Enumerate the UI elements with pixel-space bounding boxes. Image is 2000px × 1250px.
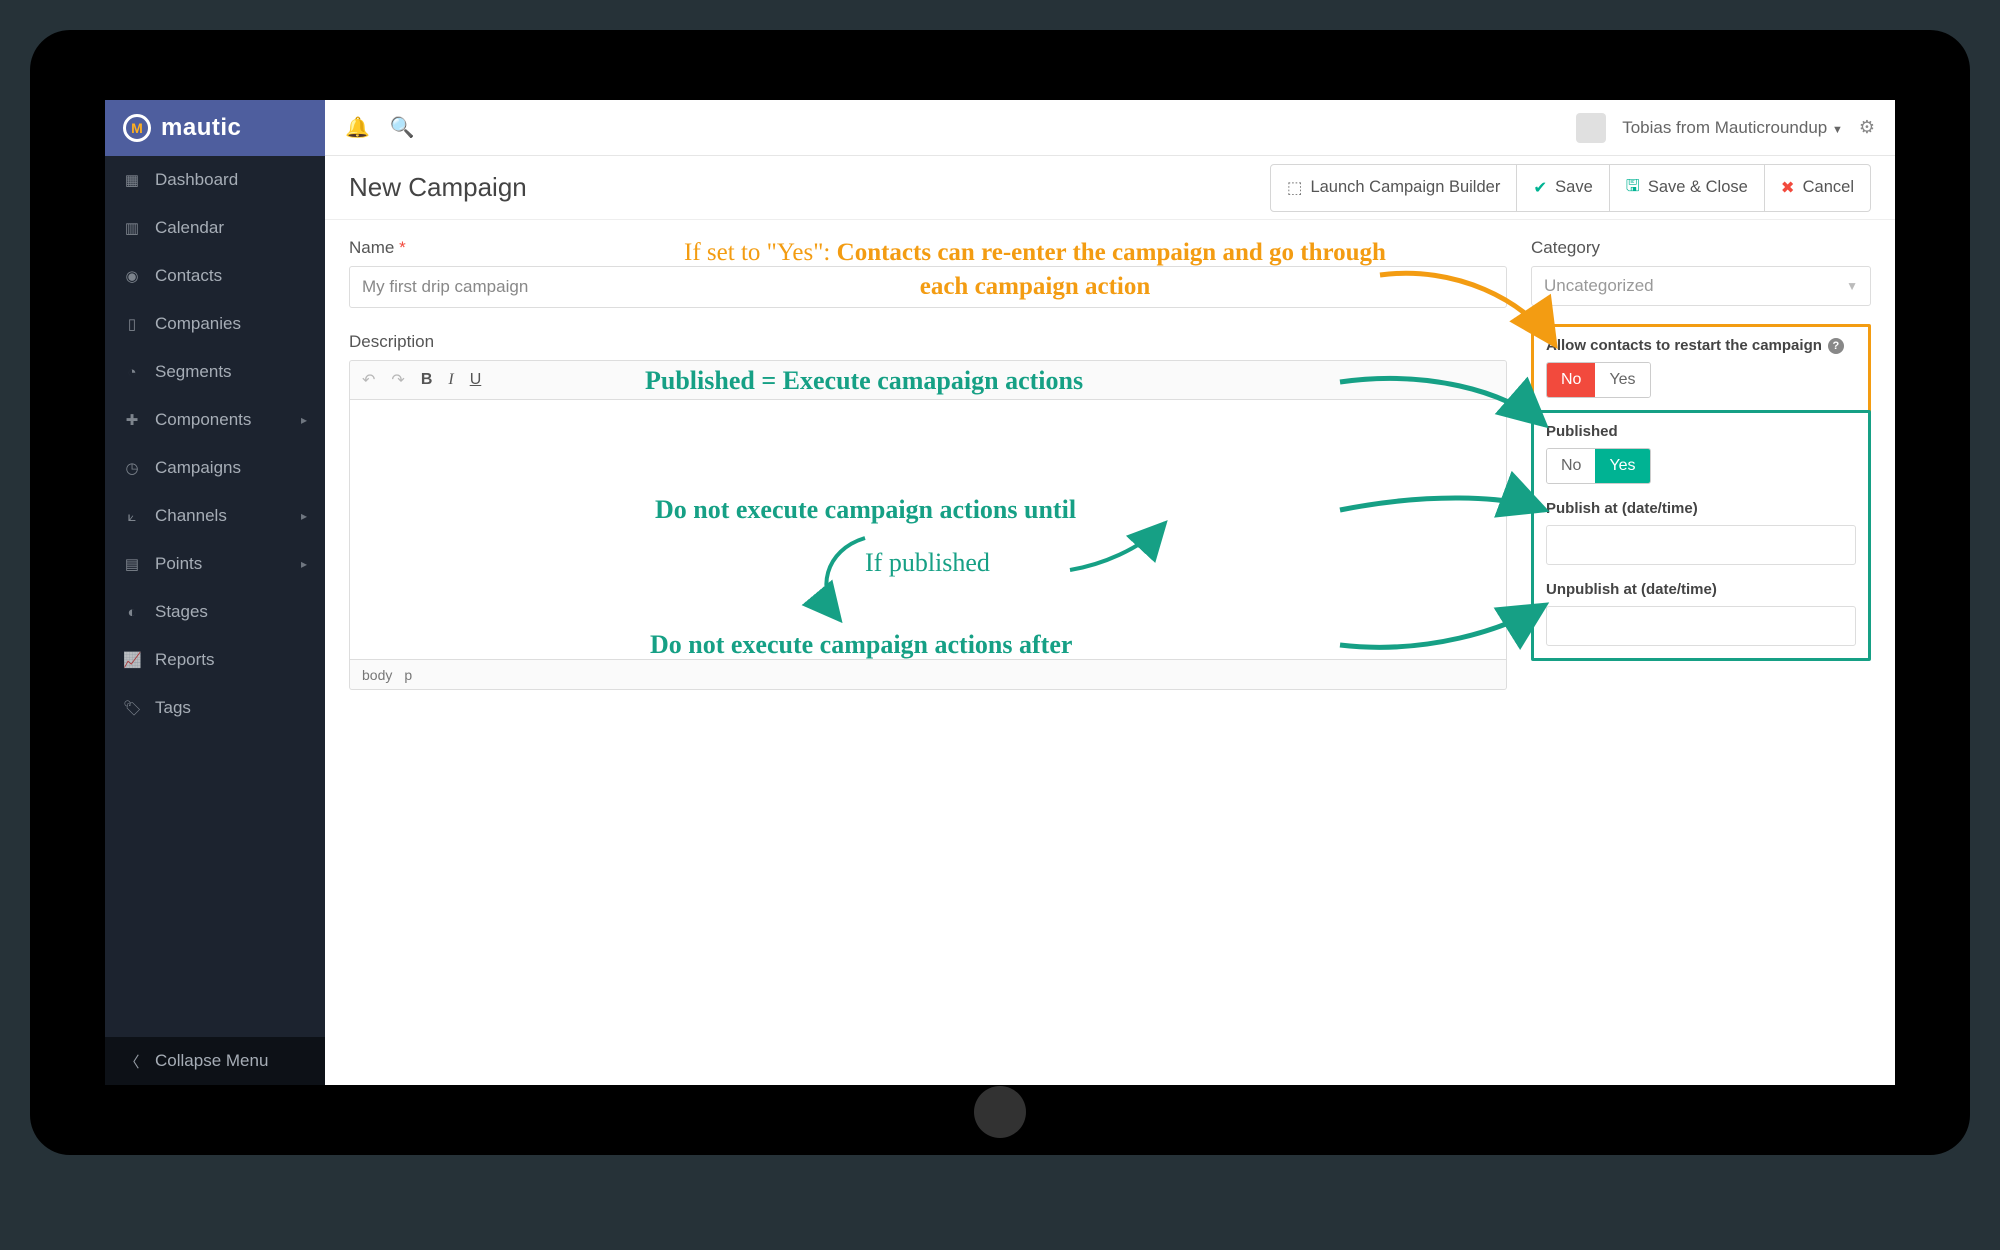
restart-section: Allow contacts to restart the campaign ?… (1531, 324, 1871, 413)
sidebar-item-label: Companies (155, 314, 241, 334)
avatar[interactable] (1576, 113, 1606, 143)
name-input[interactable] (349, 266, 1507, 308)
notifications-icon[interactable]: 🔔 (345, 115, 370, 140)
restart-no-option[interactable]: No (1547, 363, 1595, 397)
action-buttons: ⬚Launch Campaign Builder ✔Save 🖫Save & C… (1270, 164, 1871, 212)
chevron-down-icon: ▼ (1832, 124, 1843, 136)
publish-at-input[interactable] (1546, 525, 1856, 565)
chevron-down-icon: ▼ (1846, 279, 1858, 293)
brand-logo[interactable]: M mautic (105, 100, 325, 156)
save-button[interactable]: ✔Save (1517, 164, 1609, 212)
chevron-left-icon: 〈 (123, 1051, 141, 1072)
page-header: New Campaign ⬚Launch Campaign Builder ✔S… (325, 156, 1895, 220)
sidebar-item-label: Points (155, 554, 202, 574)
published-toggle[interactable]: No Yes (1546, 448, 1651, 484)
sidebar-item-campaigns[interactable]: ◷ Campaigns (105, 444, 325, 492)
brand-name: mautic (161, 114, 241, 142)
unpublish-at-input[interactable] (1546, 606, 1856, 646)
published-label: Published (1546, 423, 1856, 440)
sidebar-item-components[interactable]: ✚ Components ▸ (105, 396, 325, 444)
page-title: New Campaign (349, 172, 527, 203)
user-icon: ◉ (123, 267, 141, 285)
user-menu[interactable]: Tobias from Mauticroundup ▼ (1622, 118, 1843, 138)
sidebar-item-label: Contacts (155, 266, 222, 286)
grid-icon: ▦ (123, 171, 141, 189)
puzzle-icon: ✚ (123, 411, 141, 429)
sidebar-item-dashboard[interactable]: ▦ Dashboard (105, 156, 325, 204)
unpublish-at-label: Unpublish at (date/time) (1546, 581, 1856, 598)
editor-toolbar: ↶ ↷ B I U (349, 360, 1507, 400)
italic-button[interactable]: I (448, 371, 453, 389)
topbar: 🔔 🔍 Tobias from Mauticroundup ▼ ⚙ (325, 100, 1895, 156)
tag-icon: 🏷 (123, 699, 141, 717)
editor-path: body p (349, 660, 1507, 690)
sidebar-item-segments[interactable]: ◔ Segments (105, 348, 325, 396)
piechart-icon: ◔ (123, 364, 141, 381)
cancel-button[interactable]: ✖Cancel (1765, 164, 1871, 212)
description-label: Description (349, 332, 1507, 352)
building-icon: ▯ (123, 315, 141, 333)
category-value: Uncategorized (1544, 276, 1654, 296)
check-icon: ✔ (1533, 178, 1547, 198)
redo-icon[interactable]: ↷ (391, 370, 404, 390)
clock-icon: ◷ (123, 459, 141, 477)
logo-icon: M (123, 114, 151, 142)
rss-icon: ⟀ (123, 508, 141, 525)
restart-toggle[interactable]: No Yes (1546, 362, 1651, 398)
sidebar-item-label: Segments (155, 362, 232, 382)
save-close-button[interactable]: 🖫Save & Close (1610, 164, 1765, 212)
search-icon[interactable]: 🔍 (390, 115, 415, 140)
sidebar-item-label: Reports (155, 650, 215, 670)
sidebar-item-label: Components (155, 410, 251, 430)
collapse-label: Collapse Menu (155, 1051, 268, 1071)
sidebar-item-companies[interactable]: ▯ Companies (105, 300, 325, 348)
collapse-menu[interactable]: 〈 Collapse Menu (105, 1037, 325, 1085)
publish-at-label: Publish at (date/time) (1546, 500, 1856, 517)
cube-icon: ⬚ (1287, 178, 1303, 198)
description-editor[interactable] (349, 400, 1507, 660)
sidebar-item-label: Calendar (155, 218, 224, 238)
underline-button[interactable]: U (470, 371, 482, 389)
sidebar-item-label: Stages (155, 602, 208, 622)
calculator-icon: ▤ (123, 555, 141, 573)
sidebar-item-label: Channels (155, 506, 227, 526)
settings-icon[interactable]: ⚙ (1859, 117, 1875, 138)
sidebar-item-label: Campaigns (155, 458, 241, 478)
name-label: Name * (349, 238, 1507, 258)
close-icon: ✖ (1781, 178, 1795, 198)
chevron-right-icon: ▸ (301, 413, 307, 427)
publish-section: Published No Yes Publish at (date/time) … (1531, 410, 1871, 661)
sidebar-item-channels[interactable]: ⟀ Channels ▸ (105, 492, 325, 540)
main: 🔔 🔍 Tobias from Mauticroundup ▼ ⚙ New Ca… (325, 100, 1895, 1085)
sidebar-item-stages[interactable]: ◐ Stages (105, 588, 325, 636)
sidebar: M mautic ▦ Dashboard ▥ Calendar ◉ Contacts … (105, 100, 325, 1085)
gauge-icon: ◐ (123, 604, 141, 621)
restart-label: Allow contacts to restart the campaign ? (1546, 337, 1856, 354)
save-icon: 🖫 (1626, 174, 1640, 202)
bold-button[interactable]: B (421, 371, 433, 389)
published-no-option[interactable]: No (1547, 449, 1595, 483)
sidebar-item-label: Dashboard (155, 170, 238, 190)
help-icon[interactable]: ? (1828, 338, 1844, 354)
chevron-right-icon: ▸ (301, 509, 307, 523)
category-label: Category (1531, 238, 1871, 258)
category-select[interactable]: Uncategorized ▼ (1531, 266, 1871, 306)
chevron-right-icon: ▸ (301, 557, 307, 571)
sidebar-item-calendar[interactable]: ▥ Calendar (105, 204, 325, 252)
device-home-button (974, 1086, 1026, 1138)
restart-yes-option[interactable]: Yes (1595, 363, 1649, 397)
chart-icon: 📈 (123, 651, 141, 669)
launch-builder-button[interactable]: ⬚Launch Campaign Builder (1270, 164, 1517, 212)
sidebar-item-reports[interactable]: 📈 Reports (105, 636, 325, 684)
sidebar-item-points[interactable]: ▤ Points ▸ (105, 540, 325, 588)
published-yes-option[interactable]: Yes (1595, 449, 1649, 483)
nav: ▦ Dashboard ▥ Calendar ◉ Contacts ▯ Companie… (105, 156, 325, 1037)
sidebar-item-tags[interactable]: 🏷 Tags (105, 684, 325, 732)
sidebar-item-contacts[interactable]: ◉ Contacts (105, 252, 325, 300)
undo-icon[interactable]: ↶ (362, 370, 375, 390)
calendar-icon: ▥ (123, 219, 141, 237)
sidebar-item-label: Tags (155, 698, 191, 718)
